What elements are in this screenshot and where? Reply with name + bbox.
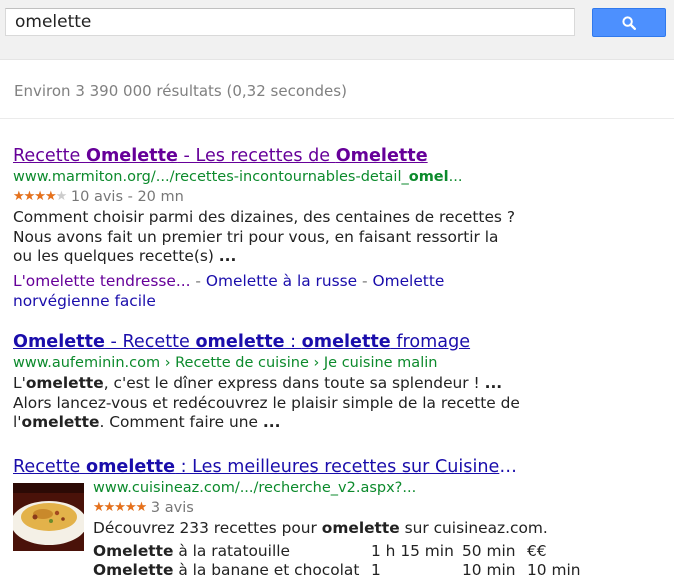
result-snippet: Découvrez 233 recettes pour omelette sur… bbox=[93, 519, 668, 539]
sitelink-separator: - bbox=[190, 271, 206, 290]
result-stats: Environ 3 390 000 résultats (0,32 second… bbox=[14, 82, 347, 100]
result-url: www.cuisineaz.com/.../recherche_v2.aspx?… bbox=[93, 480, 417, 496]
search-input[interactable] bbox=[5, 8, 575, 36]
recipe-total-time: 1 bbox=[371, 560, 381, 579]
result-url: www.marmiton.org/.../recettes-incontourn… bbox=[13, 169, 463, 185]
sitelink[interactable]: Omelette à la russe bbox=[206, 272, 357, 290]
search-result: Omelette - Recette omelette : omelette f… bbox=[13, 331, 668, 433]
sitelinks: L'omelette tendresse... - Omelette à la … bbox=[13, 271, 473, 311]
result-snippet: Comment choisir parmi des dizaines, des … bbox=[13, 208, 668, 267]
table-row: Omelette à la banane et chocolat 1 10 mi… bbox=[93, 561, 581, 580]
rating-meta: 3 avis bbox=[150, 500, 194, 516]
recipe-cost: €€ bbox=[527, 541, 547, 560]
result-url: www.aufeminin.com › Recette de cuisine ›… bbox=[13, 355, 438, 371]
result-rich-body: www.cuisineaz.com/.../recherche_v2.aspx?… bbox=[93, 478, 668, 580]
snippet-line: Comment choisir parmi des dizaines, des … bbox=[13, 208, 515, 226]
result-title-link[interactable]: Recette Omelette - Les recettes de Omele… bbox=[13, 145, 533, 167]
rating-stars: ★★★★★★★★★★ bbox=[13, 189, 67, 204]
snippet-line: ou les quelques recette(s) ... bbox=[13, 247, 237, 266]
search-icon bbox=[622, 15, 636, 30]
table-row: Omelette à la ratatouille 1 h 15 min 50 … bbox=[93, 542, 581, 561]
snippet-line: Alors lancez-vous et redécouvrez le plai… bbox=[13, 393, 520, 412]
snippet-line: Nous avons fait un premier tri pour vous… bbox=[13, 227, 499, 246]
omelette-image-icon bbox=[13, 483, 84, 551]
recipe-prep-time: 50 min bbox=[462, 541, 516, 560]
recipe-total-time: 1 h 15 min bbox=[371, 541, 454, 560]
recipe-name[interactable]: Omelette à la banane et chocolat bbox=[93, 561, 371, 580]
divider bbox=[0, 118, 674, 119]
search-result: Recette omelette : Les meilleures recett… bbox=[13, 456, 668, 579]
sitelink-separator: - bbox=[357, 271, 373, 290]
rating-stars: ★★★★★★★★★★ bbox=[93, 500, 147, 515]
recipe-name[interactable]: Omelette à la ratatouille bbox=[93, 542, 371, 561]
recipe-cost: 10 min bbox=[527, 560, 581, 579]
result-thumbnail[interactable] bbox=[13, 483, 84, 551]
rating-meta: 10 avis - 20 mn bbox=[70, 189, 184, 205]
recipe-table: Omelette à la ratatouille 1 h 15 min 50 … bbox=[93, 542, 581, 580]
snippet-line: Découvrez 233 recettes pour omelette sur… bbox=[93, 519, 548, 537]
snippet-line: l'omelette. Comment faire une ... bbox=[13, 413, 281, 432]
search-button[interactable] bbox=[592, 8, 666, 37]
result-title-link[interactable]: Omelette - Recette omelette : omelette f… bbox=[13, 331, 523, 353]
snippet-line: L'omelette, c'est le dîner express dans … bbox=[13, 374, 503, 392]
result-title-link[interactable]: Recette omelette : Les meilleures recett… bbox=[13, 456, 519, 478]
sitelink[interactable]: L'omelette tendresse... bbox=[13, 272, 191, 290]
search-header bbox=[0, 0, 674, 60]
result-rating: ★★★★★ ★★★★★ 3 avis bbox=[93, 498, 668, 518]
search-result: Recette Omelette - Les recettes de Omele… bbox=[13, 145, 668, 311]
result-snippet: L'omelette, c'est le dîner express dans … bbox=[13, 374, 668, 433]
result-rating: ★★★★★★★★★★ 10 avis - 20 mn bbox=[13, 187, 668, 207]
recipe-prep-time: 10 min bbox=[462, 560, 516, 579]
